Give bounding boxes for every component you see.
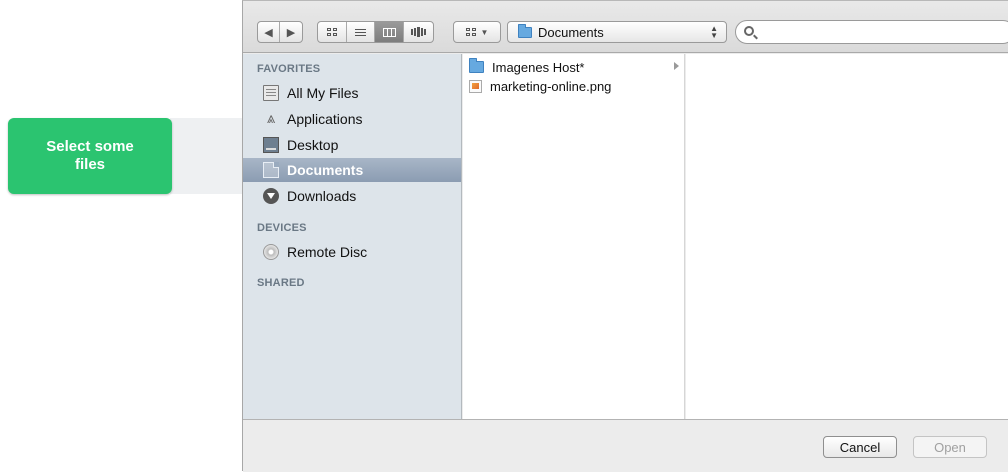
toolbar: ◀ ▶ ▼ Documents ▲ ▼ <box>243 1 1008 53</box>
sidebar-item-applications[interactable]: ⩓ Applications <box>243 107 461 131</box>
sidebar-item-label: Remote Disc <box>287 244 368 260</box>
arrange-icon <box>465 28 476 36</box>
path-popup-button[interactable]: Documents ▲ ▼ <box>507 21 727 43</box>
chevron-down-icon: ▼ <box>480 27 489 37</box>
back-button[interactable]: ◀ <box>258 22 280 42</box>
arrange-button[interactable]: ▼ <box>453 21 501 43</box>
callout-band <box>170 118 246 194</box>
select-files-callout: Select some files <box>8 118 172 194</box>
sidebar-item-desktop[interactable]: Desktop <box>243 133 461 157</box>
list-item-marketing-online[interactable]: marketing-online.png <box>469 77 681 95</box>
coverflow-view-button[interactable] <box>404 22 433 42</box>
folder-icon <box>469 58 484 73</box>
coverflow-view-icon <box>411 27 426 37</box>
icon-view-icon <box>327 28 337 36</box>
sidebar: FAVORITES All My Files ⩓ Applications De… <box>243 54 462 419</box>
list-view-button[interactable] <box>347 22 375 42</box>
sidebar-item-label: Documents <box>287 162 364 178</box>
sidebar-item-downloads[interactable]: Downloads <box>243 184 461 208</box>
updown-arrows-icon: ▲ ▼ <box>710 24 718 40</box>
back-icon: ◀ <box>264 26 273 39</box>
dialog-footer: Cancel Open <box>243 419 1008 472</box>
file-name: marketing-online.png <box>490 78 612 94</box>
list-item-imagenes-host[interactable]: Imagenes Host* <box>469 58 681 76</box>
list-view-icon <box>355 28 366 36</box>
sidebar-heading-devices: DEVICES <box>257 222 307 234</box>
downloads-icon <box>263 188 279 204</box>
sidebar-item-label: Downloads <box>287 188 357 204</box>
search-icon <box>744 26 754 36</box>
sidebar-heading-favorites: FAVORITES <box>257 63 321 75</box>
column-view-button[interactable] <box>375 22 404 42</box>
disc-icon <box>263 244 279 260</box>
sidebar-heading-shared: SHARED <box>257 277 305 289</box>
back-forward-control: ◀ ▶ <box>257 21 303 43</box>
file-name: Imagenes Host* <box>492 59 585 75</box>
open-file-dialog: ◀ ▶ ▼ Documents ▲ ▼ FAVORITES All My Fil… <box>242 0 1008 472</box>
sidebar-item-all-my-files[interactable]: All My Files <box>243 81 461 105</box>
folder-icon <box>518 23 532 38</box>
desktop-icon <box>263 137 279 153</box>
file-column: Imagenes Host* marketing-online.png <box>463 54 685 419</box>
png-file-icon <box>469 79 482 93</box>
icon-view-button[interactable] <box>318 22 347 42</box>
chevron-right-icon <box>674 62 679 70</box>
applications-icon: ⩓ <box>266 110 276 127</box>
all-files-icon <box>263 85 279 101</box>
cancel-button[interactable]: Cancel <box>823 436 897 458</box>
search-input[interactable] <box>760 23 1000 41</box>
sidebar-item-remote-disc[interactable]: Remote Disc <box>243 240 461 264</box>
preview-column <box>686 54 1008 419</box>
forward-icon: ▶ <box>286 26 296 39</box>
view-mode-control <box>317 21 434 43</box>
sidebar-item-label: Desktop <box>287 137 339 153</box>
column-view-icon <box>382 27 396 37</box>
path-popup-label: Documents <box>538 24 604 40</box>
search-field[interactable] <box>735 20 1008 44</box>
forward-button[interactable]: ▶ <box>280 22 302 42</box>
arrange-control: ▼ <box>454 22 500 42</box>
sidebar-item-documents[interactable]: Documents <box>243 158 461 182</box>
documents-icon <box>263 162 279 178</box>
open-button[interactable]: Open <box>913 436 987 458</box>
sidebar-item-label: All My Files <box>287 85 359 101</box>
sidebar-item-label: Applications <box>287 111 363 127</box>
